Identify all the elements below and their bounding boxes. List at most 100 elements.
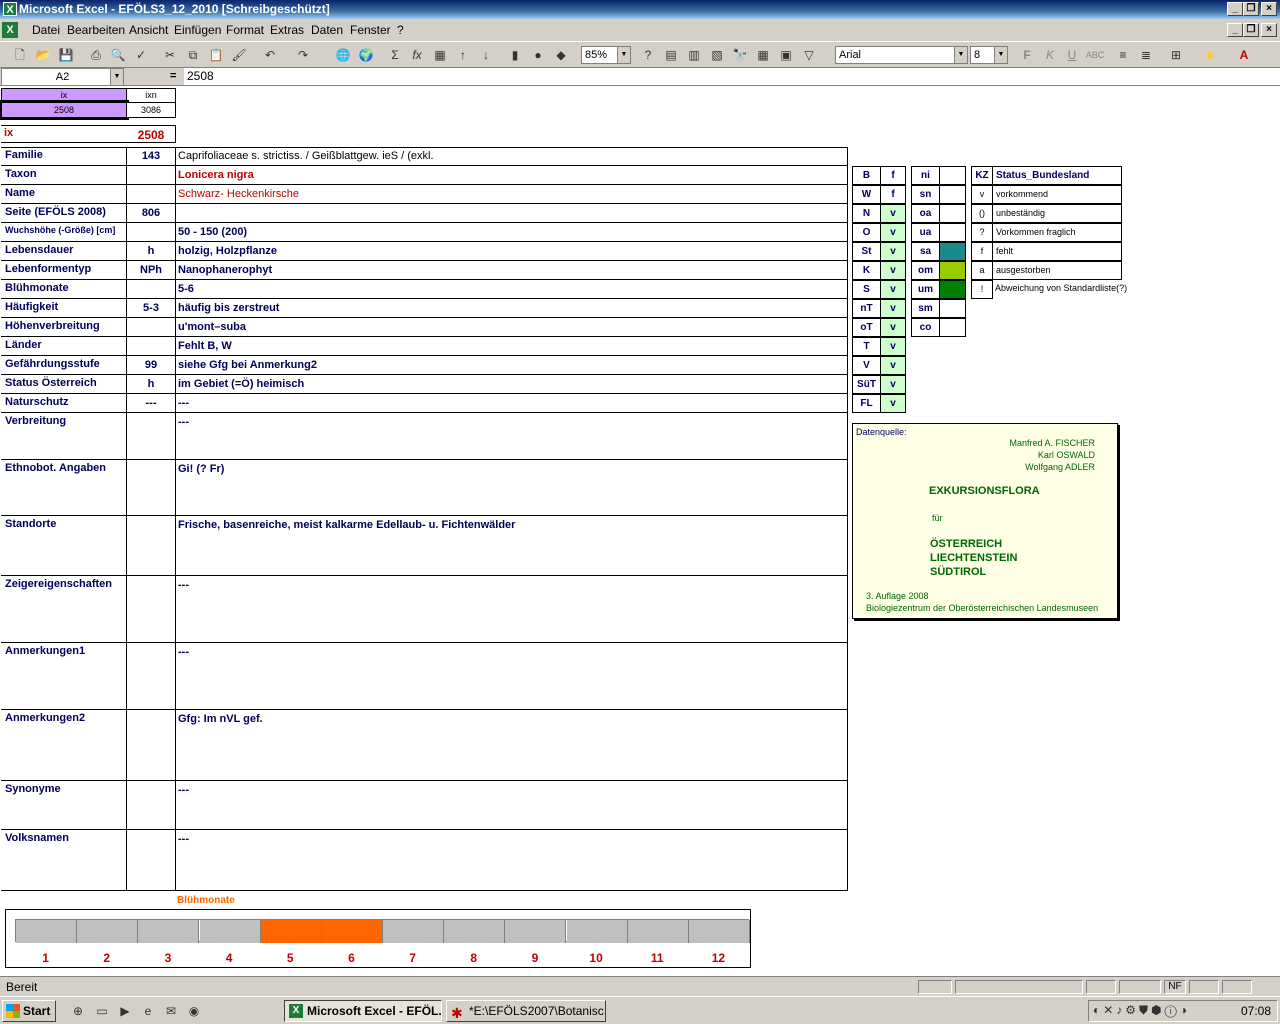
state-code[interactable]: T bbox=[852, 337, 881, 356]
quicklaunch-desktop-icon[interactable]: ▭ bbox=[92, 1002, 112, 1020]
attr-value[interactable]: häufig bis zerstreut bbox=[178, 302, 279, 314]
menu-help[interactable]: ? bbox=[397, 19, 404, 41]
state-code[interactable]: W bbox=[852, 185, 881, 204]
tray-icons[interactable]: ◐✕♪⚙⛊⬢ⓘ◑ bbox=[1093, 1003, 1190, 1018]
excel-doc-icon[interactable]: X bbox=[2, 22, 18, 38]
ix-header-cell[interactable]: ix bbox=[1, 88, 127, 103]
web-toolbar-icon[interactable]: 🌍 bbox=[356, 46, 376, 64]
attr-code[interactable]: --- bbox=[126, 397, 176, 409]
quicklaunch-browser-icon[interactable]: e bbox=[138, 1002, 158, 1020]
state-value[interactable]: v bbox=[880, 337, 906, 356]
state-code[interactable]: N bbox=[852, 204, 881, 223]
zone-swatch[interactable] bbox=[939, 223, 966, 242]
menu-ansicht[interactable]: Ansicht bbox=[129, 19, 168, 41]
text-row-value[interactable]: --- bbox=[178, 579, 189, 591]
attr-value[interactable]: Schwarz- Heckenkirsche bbox=[178, 188, 299, 200]
bold-icon[interactable]: F bbox=[1017, 46, 1037, 64]
state-value[interactable]: f bbox=[880, 185, 906, 204]
zone-swatch[interactable] bbox=[939, 204, 966, 223]
zoom-select[interactable]: 85% ▼ bbox=[581, 46, 631, 64]
text-row-value[interactable]: --- bbox=[178, 784, 189, 796]
state-code[interactable]: FL bbox=[852, 394, 881, 413]
ix-row-value[interactable]: 2508 bbox=[127, 128, 175, 142]
zone-code[interactable]: om bbox=[911, 261, 940, 280]
zone-swatch[interactable] bbox=[939, 318, 966, 337]
start-button[interactable]: Start bbox=[2, 1000, 56, 1022]
doc-restore-icon[interactable]: ❐ bbox=[1243, 23, 1259, 37]
menu-daten[interactable]: Daten bbox=[311, 19, 343, 41]
zone-swatch[interactable] bbox=[939, 185, 966, 204]
strike-icon[interactable]: ABC bbox=[1085, 46, 1105, 64]
borders-icon[interactable]: ⊞ bbox=[1166, 46, 1186, 64]
attr-value[interactable]: siehe Gfg bei Anmerkung2 bbox=[178, 359, 317, 371]
zone-code[interactable]: um bbox=[911, 280, 940, 299]
attr-code[interactable]: 99 bbox=[126, 359, 176, 371]
tool-e-icon[interactable]: ▣ bbox=[776, 46, 796, 64]
attr-value[interactable]: holzig, Holzpflanze bbox=[178, 245, 277, 257]
attr-value[interactable]: Caprifoliaceae s. strictiss. / Geißblatt… bbox=[178, 150, 434, 162]
autofilter-icon[interactable]: ▽ bbox=[799, 46, 819, 64]
attr-value[interactable]: Fehlt B, W bbox=[178, 340, 232, 352]
sort-desc-icon[interactable]: ↓ bbox=[476, 46, 496, 64]
minimize-icon[interactable]: _ bbox=[1227, 2, 1243, 16]
state-code[interactable]: St bbox=[852, 242, 881, 261]
sort-asc-icon[interactable]: ↑ bbox=[453, 46, 473, 64]
state-value[interactable]: v bbox=[880, 356, 906, 375]
open-icon[interactable]: 📂 bbox=[33, 46, 53, 64]
state-value[interactable]: v bbox=[880, 242, 906, 261]
state-code[interactable]: O bbox=[852, 223, 881, 242]
maximize-icon[interactable]: ❐ bbox=[1243, 2, 1259, 16]
state-code[interactable]: oT bbox=[852, 318, 881, 337]
quicklaunch-media-icon[interactable]: ▶ bbox=[115, 1002, 135, 1020]
attr-code[interactable]: 5-3 bbox=[126, 302, 176, 314]
paste-icon[interactable]: 📋 bbox=[206, 46, 226, 64]
formula-input[interactable]: 2508 bbox=[184, 68, 1280, 85]
state-code[interactable]: B bbox=[852, 166, 881, 185]
map-icon[interactable]: ● bbox=[528, 46, 548, 64]
name-box[interactable]: A2 ▼ bbox=[1, 68, 124, 86]
font-color-icon[interactable]: A bbox=[1234, 46, 1254, 64]
tool-b-icon[interactable]: ▥ bbox=[684, 46, 704, 64]
menu-fenster[interactable]: Fenster bbox=[350, 19, 391, 41]
zone-swatch[interactable] bbox=[939, 280, 966, 299]
attr-value[interactable]: u'mont–suba bbox=[178, 321, 246, 333]
state-value[interactable]: v bbox=[880, 261, 906, 280]
ixn-value-cell[interactable]: 3086 bbox=[126, 102, 176, 118]
font-select[interactable]: Arial ▼ bbox=[835, 46, 968, 64]
doc-minimize-icon[interactable]: _ bbox=[1227, 23, 1243, 37]
state-code[interactable]: S bbox=[852, 280, 881, 299]
function-icon[interactable]: fx bbox=[407, 46, 427, 64]
state-value[interactable]: v bbox=[880, 394, 906, 413]
menu-extras[interactable]: Extras bbox=[270, 19, 304, 41]
attr-code[interactable]: h bbox=[126, 245, 176, 257]
menu-format[interactable]: Format bbox=[226, 19, 264, 41]
task-explorer[interactable]: ✱ *E:\EFÖLS2007\Botanisc... bbox=[446, 1000, 606, 1022]
text-row-value[interactable]: Frische, basenreiche, meist kalkarme Ede… bbox=[178, 519, 515, 531]
text-row-value[interactable]: Gfg: Im nVL gef. bbox=[178, 713, 263, 725]
attr-code[interactable]: 143 bbox=[126, 150, 176, 162]
underline-icon[interactable]: U bbox=[1062, 46, 1082, 64]
state-value[interactable]: v bbox=[880, 318, 906, 337]
ixn-header-cell[interactable]: ixn bbox=[126, 88, 176, 103]
text-row-value[interactable]: Gi! (? Fr) bbox=[178, 463, 224, 475]
text-row-value[interactable]: --- bbox=[178, 833, 189, 845]
spelling-icon[interactable]: ✓ bbox=[131, 46, 151, 64]
help-icon[interactable]: ? bbox=[638, 46, 658, 64]
text-row-value[interactable]: --- bbox=[178, 416, 189, 428]
attr-value[interactable]: im Gebiet (=Ö) heimisch bbox=[178, 378, 304, 390]
new-icon[interactable]: 🗋 bbox=[10, 46, 30, 64]
zone-code[interactable]: sm bbox=[911, 299, 940, 318]
copy-icon[interactable]: ⧉ bbox=[183, 46, 203, 64]
state-code[interactable]: SüT bbox=[852, 375, 881, 394]
task-excel[interactable]: X Microsoft Excel - EFÖL... bbox=[284, 1000, 442, 1022]
zone-swatch[interactable] bbox=[939, 242, 966, 261]
cut-icon[interactable]: ✂ bbox=[160, 46, 180, 64]
menu-bearbeiten[interactable]: Bearbeiten bbox=[67, 19, 125, 41]
chart-wizard-icon[interactable]: ▦ bbox=[430, 46, 450, 64]
redo-icon[interactable]: ↷ bbox=[293, 46, 313, 64]
ix-value-cell[interactable]: 2508 bbox=[0, 100, 129, 120]
format-painter-icon[interactable]: 🖌 bbox=[229, 46, 249, 64]
attr-code[interactable]: NPh bbox=[126, 264, 176, 276]
find-icon[interactable]: 🔭 bbox=[730, 46, 750, 64]
state-value[interactable]: f bbox=[880, 166, 906, 185]
